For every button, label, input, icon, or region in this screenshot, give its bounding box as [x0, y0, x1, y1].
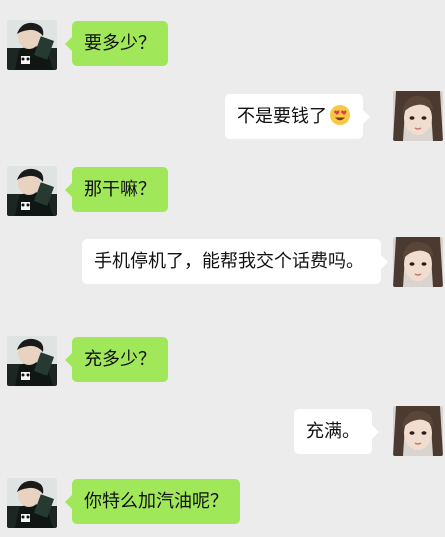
- avatar-sender[interactable]: [7, 478, 57, 528]
- message-bubble-5[interactable]: 充多少？: [65, 337, 168, 382]
- avatar-me[interactable]: [393, 406, 443, 456]
- heart-eyes-emoji-icon: [330, 105, 350, 125]
- message-text: 你特么加汽油呢？: [84, 491, 228, 512]
- avatar-sender[interactable]: [7, 166, 57, 216]
- message-bubble-3[interactable]: 那干嘛？: [65, 167, 168, 212]
- avatar-sender[interactable]: [7, 20, 57, 70]
- message-bubble-7[interactable]: 你特么加汽油呢？: [65, 479, 240, 524]
- message-text: 充满。: [306, 421, 360, 442]
- message-bubble-6[interactable]: 充满。: [294, 409, 379, 454]
- avatar-me[interactable]: [393, 91, 443, 141]
- message-bubble-2[interactable]: 不是要钱了: [225, 94, 370, 139]
- avatar-me[interactable]: [393, 237, 443, 287]
- message-text: 手机停机了，能帮我交个话费吗。: [94, 251, 364, 272]
- message-text: 那干嘛？: [84, 179, 156, 200]
- message-text: 要多少？: [84, 33, 156, 54]
- message-bubble-4[interactable]: 手机停机了，能帮我交个话费吗。: [82, 239, 388, 284]
- message-bubble-1[interactable]: 要多少？: [65, 21, 168, 66]
- message-text: 充多少？: [84, 349, 156, 370]
- avatar-sender[interactable]: [7, 336, 57, 386]
- message-text: 不是要钱了: [237, 106, 327, 127]
